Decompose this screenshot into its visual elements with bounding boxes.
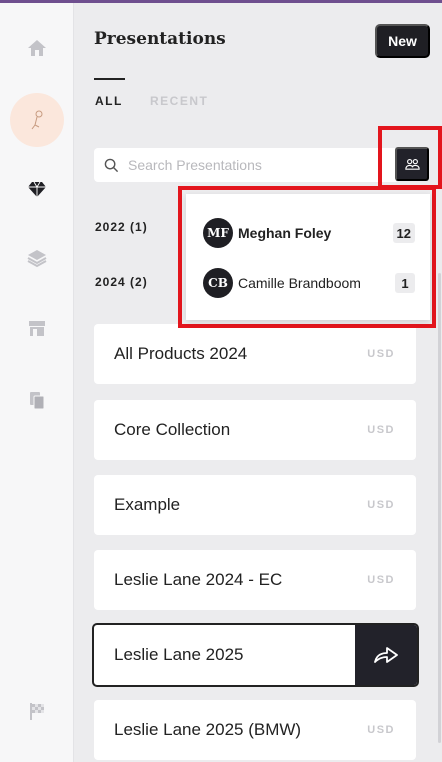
currency-label: USD — [367, 348, 395, 360]
sidebar-rail — [0, 3, 74, 762]
presentation-name: All Products 2024 — [114, 344, 248, 363]
home-icon[interactable] — [25, 36, 49, 60]
presentation-name: Leslie Lane 2024 - EC — [114, 570, 283, 589]
presentation-card[interactable]: Example USD — [94, 475, 416, 535]
avatar: MF — [203, 218, 233, 248]
presentation-card-active[interactable]: Leslie Lane 2025 — [92, 623, 419, 687]
storefront-icon[interactable] — [25, 316, 49, 340]
search-input[interactable] — [128, 157, 378, 173]
presentation-card[interactable]: Leslie Lane 2025 (BMW) USD — [94, 700, 416, 760]
presentation-name: Leslie Lane 2025 — [114, 645, 244, 664]
year-group-2022[interactable]: 2022 (1) — [95, 220, 148, 234]
owner-name: Meghan Foley — [238, 225, 332, 241]
presentation-card[interactable]: All Products 2024 USD — [94, 324, 416, 384]
brand-logo[interactable] — [10, 93, 64, 147]
presentations-panel: Presentations New ALL RECENT 2022 (1) 20… — [75, 3, 442, 762]
owner-filter-dropdown-highlight: MF Meghan Foley 12 CB Camille Brandboom … — [178, 186, 436, 328]
presentation-card[interactable]: Leslie Lane 2024 - EC USD — [94, 550, 416, 610]
avatar: CB — [203, 268, 233, 298]
year-group-2024[interactable]: 2024 (2) — [95, 275, 148, 289]
presentation-name: Example — [114, 495, 181, 514]
search-bar — [94, 148, 399, 182]
currency-label: USD — [367, 424, 395, 436]
owner-filter-dropdown: MF Meghan Foley 12 CB Camille Brandboom … — [186, 194, 430, 320]
page-title: Presentations — [94, 29, 226, 49]
new-presentation-button[interactable]: New — [375, 24, 430, 58]
share-arrow-icon — [374, 647, 398, 663]
owner-option[interactable]: CB Camille Brandboom 1 — [203, 268, 415, 298]
currency-label: USD — [367, 499, 395, 511]
currency-label: USD — [367, 724, 395, 736]
share-button[interactable] — [355, 625, 417, 685]
filter-button-highlight — [378, 126, 442, 189]
owner-option[interactable]: MF Meghan Foley 12 — [203, 218, 415, 248]
search-icon — [104, 158, 119, 172]
documents-icon[interactable] — [25, 388, 49, 412]
tab-all[interactable]: ALL — [95, 94, 123, 108]
owner-count-badge: 12 — [392, 223, 415, 243]
scrollbar[interactable] — [438, 273, 441, 743]
active-tab-indicator — [94, 78, 125, 80]
layers-icon[interactable] — [25, 246, 49, 270]
owner-name: Camille Brandboom — [238, 275, 361, 291]
presentation-name: Leslie Lane 2025 (BMW) — [114, 720, 302, 739]
owner-count-badge: 1 — [395, 273, 415, 293]
presentation-name: Core Collection — [114, 420, 231, 439]
presentation-card[interactable]: Core Collection USD — [94, 400, 416, 460]
diamond-icon[interactable] — [25, 177, 49, 201]
checkered-flag-icon[interactable] — [25, 699, 49, 723]
tab-recent[interactable]: RECENT — [150, 94, 208, 108]
currency-label: USD — [367, 574, 395, 586]
